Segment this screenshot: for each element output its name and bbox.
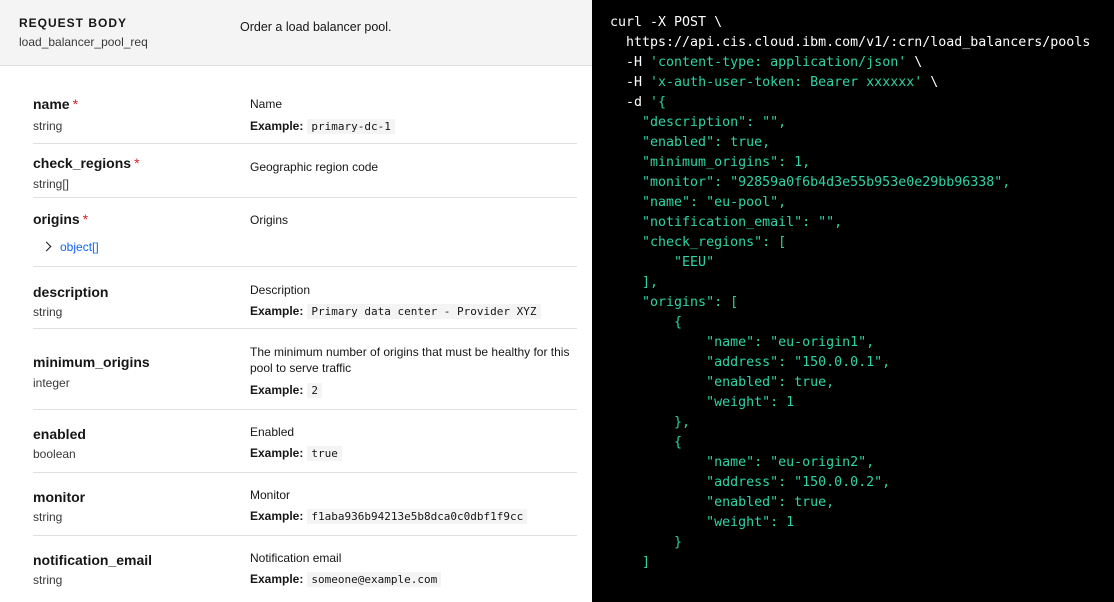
- property-description: Description: [250, 283, 311, 297]
- property-monitor: monitor string Monitor Example: f1aba936b…: [33, 473, 577, 536]
- code-sample-panel[interactable]: curl -X POST \ https://api.cis.cloud.ibm…: [592, 0, 1114, 602]
- property-name-label: origins: [33, 211, 80, 227]
- example-value: primary-dc-1: [307, 119, 395, 134]
- property-name-label: monitor: [33, 489, 86, 505]
- code-string: '{: [650, 95, 667, 110]
- property-name-label: check_regions: [33, 155, 132, 171]
- request-body-schema-ref: load_balancer_pool_req: [19, 35, 148, 49]
- property-minimum-origins: minimum_origins integer The minimum numb…: [33, 329, 577, 410]
- property-enabled: enabled boolean Enabled Example: true: [33, 410, 577, 473]
- property-type: string: [33, 573, 63, 587]
- property-notification-email: notification_email string Notification e…: [33, 536, 577, 602]
- example-value: someone@example.com: [307, 572, 442, 587]
- property-example: Example: primary-dc-1: [250, 119, 395, 134]
- property-name-label: notification_email: [33, 552, 153, 568]
- property-example: Example: 2: [250, 383, 322, 398]
- origins-type-link[interactable]: object[]: [60, 240, 99, 254]
- code-line: curl -X POST \: [610, 15, 723, 30]
- code-string: 'content-type: application/json': [650, 55, 907, 70]
- origins-expand-toggle[interactable]: object[]: [41, 240, 99, 254]
- property-example: Example: someone@example.com: [250, 572, 442, 587]
- example-value: true: [307, 446, 342, 461]
- property-description: Enabled: [250, 425, 295, 439]
- property-name-label: description: [33, 284, 109, 300]
- code-string: 'x-auth-user-token: Bearer xxxxxx': [650, 75, 923, 90]
- property-type: string[]: [33, 177, 70, 191]
- property-description: Origins: [250, 213, 289, 227]
- request-body-header: REQUEST BODY load_balancer_pool_req Orde…: [0, 0, 592, 66]
- property-example: Example: f1aba936b94213e5b8dca0c0dbf1f9cc: [250, 509, 528, 524]
- property-description: Monitor: [250, 488, 291, 502]
- request-body-title: REQUEST BODY: [19, 16, 128, 30]
- request-body-panel: REQUEST BODY load_balancer_pool_req Orde…: [0, 0, 592, 602]
- chevron-right-icon: [41, 241, 52, 252]
- example-value: f1aba936b94213e5b8dca0c0dbf1f9cc: [307, 509, 528, 524]
- property-name-label: minimum_origins: [33, 354, 150, 370]
- property-example: Example: true: [250, 446, 342, 461]
- property-type: string: [33, 305, 63, 319]
- required-marker: *: [134, 155, 140, 171]
- property-example: Example: Primary data center - Provider X…: [250, 304, 541, 319]
- property-origins: origins * object[] Origins: [33, 198, 577, 267]
- property-description-field: description string Description Example: P…: [33, 267, 577, 329]
- property-type: string: [33, 510, 63, 524]
- property-type: boolean: [33, 447, 76, 461]
- curl-code-block[interactable]: curl -X POST \ https://api.cis.cloud.ibm…: [610, 13, 1090, 573]
- code-line: https://api.cis.cloud.ibm.com/v1/:crn/lo…: [610, 35, 1091, 50]
- property-description: Notification email: [250, 551, 342, 565]
- required-marker: *: [82, 211, 89, 227]
- property-type: integer: [33, 376, 70, 390]
- property-description: Geographic region code: [250, 160, 379, 174]
- request-body-description: Order a load balancer pool.: [240, 20, 392, 34]
- property-type: string: [33, 119, 63, 133]
- required-marker: *: [72, 96, 79, 112]
- property-description: The minimum number of origins that must …: [250, 345, 570, 375]
- property-check-regions: check_regions * string[] Geographic regio…: [33, 144, 577, 198]
- property-name-label: enabled: [33, 426, 86, 442]
- property-name: name * string Name Example: primary-dc-1: [33, 86, 577, 144]
- example-value: 2: [307, 383, 322, 398]
- property-name-label: name: [33, 96, 70, 112]
- property-description: Name: [250, 97, 283, 111]
- example-value: Primary data center - Provider XYZ: [307, 304, 541, 319]
